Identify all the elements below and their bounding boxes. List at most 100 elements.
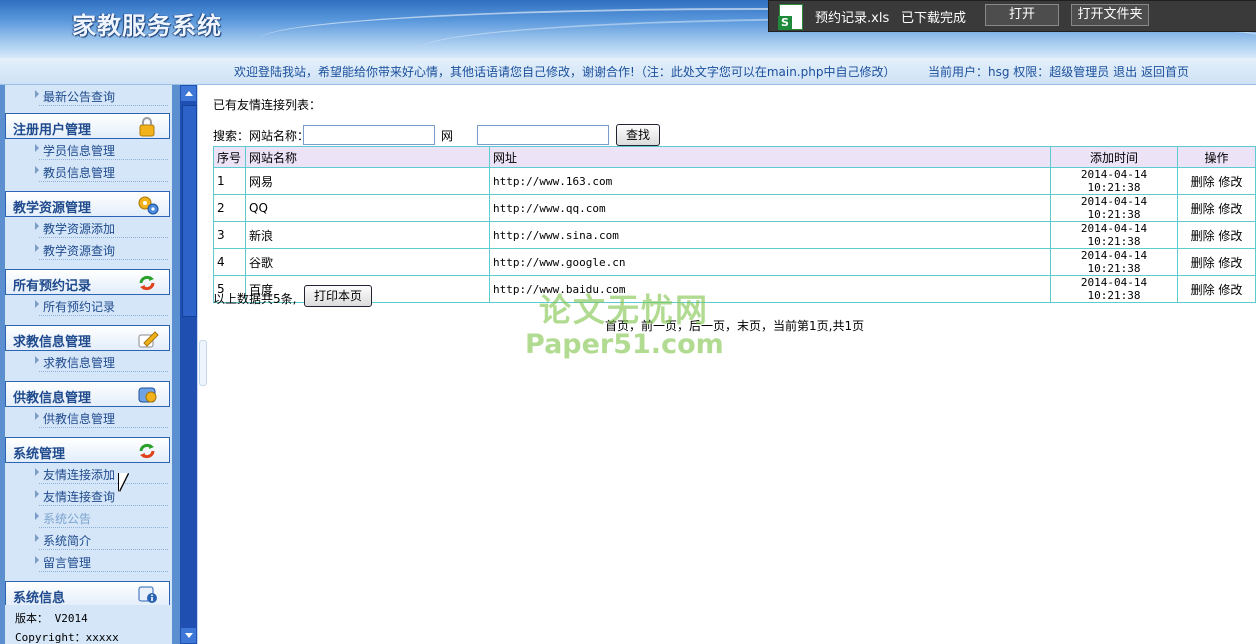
- site-title: 家教服务系统: [72, 11, 222, 40]
- delete-link[interactable]: 删除: [1191, 202, 1215, 216]
- sidebar-section-system-management[interactable]: 系统管理: [5, 437, 170, 463]
- delete-link[interactable]: 删除: [1191, 283, 1215, 297]
- sidebar-section-system-info[interactable]: 系统信息: [5, 581, 170, 607]
- cell-url: http://www.163.com: [489, 167, 1051, 195]
- cell-site-name: 新浪: [245, 221, 490, 249]
- sidebar-item-teacher-info[interactable]: 教员信息管理: [5, 161, 172, 183]
- welcome-bar: 欢迎登陆我站，希望能给你带来好心情，其他话语请您自己修改，谢谢合作!（注：此处文…: [0, 58, 1256, 85]
- cell-added-time: 2014-04-14 10:21:38: [1050, 194, 1178, 222]
- version-text: 版本： V2014: [15, 612, 88, 625]
- refresh-icon: [137, 441, 157, 459]
- cell-operations: 删除 修改: [1177, 221, 1256, 249]
- cell-added-time: 2014-04-14 10:21:38: [1050, 221, 1178, 249]
- arrow-icon: [35, 556, 39, 564]
- edit-link[interactable]: 修改: [1218, 202, 1242, 216]
- sidebar-section-offer-tutor[interactable]: 供教信息管理: [5, 381, 170, 407]
- cell-site-name: 网易: [245, 167, 490, 195]
- cell-no: 1: [213, 167, 246, 195]
- sidebar-item-link-add[interactable]: 友情连接添加: [5, 463, 172, 485]
- delete-link[interactable]: 删除: [1191, 175, 1215, 189]
- sidebar-item-system-intro[interactable]: 系统简介: [5, 529, 172, 551]
- site-name-input[interactable]: [303, 125, 435, 145]
- current-user-label: 当前用户：hsg 权限：超级管理员: [928, 65, 1110, 79]
- system-info-panel: 版本： V2014 Copyright：xxxxx: [5, 605, 172, 644]
- delete-link[interactable]: 删除: [1191, 256, 1215, 270]
- cell-url: http://www.sina.com: [489, 221, 1051, 249]
- splitter-grip[interactable]: [199, 340, 207, 386]
- sidebar: 最新公告查询 注册用户管理 学员信息管理 教员信息管理 教学资源管理 教学资源添…: [0, 85, 180, 644]
- cell-operations: 删除 修改: [1177, 167, 1256, 195]
- arrow-icon: [35, 412, 39, 420]
- arrow-icon: [35, 468, 39, 476]
- welcome-message: 欢迎登陆我站，希望能给你带来好心情，其他话语请您自己修改，谢谢合作!（注：此处文…: [234, 65, 896, 79]
- sidebar-item-student-info[interactable]: 学员信息管理: [5, 139, 172, 161]
- search-button[interactable]: 查找: [616, 124, 660, 146]
- sidebar-section-appointments[interactable]: 所有预约记录: [5, 269, 170, 295]
- cell-operations: 删除 修改: [1177, 275, 1256, 303]
- arrow-icon: [35, 244, 39, 252]
- sidebar-item-resource-query[interactable]: 教学资源查询: [5, 239, 172, 261]
- scroll-down-arrow-icon[interactable]: [181, 628, 196, 643]
- edit-link[interactable]: 修改: [1218, 283, 1242, 297]
- arrow-icon: [35, 356, 39, 364]
- info-icon: [137, 585, 157, 603]
- arrow-icon: [35, 534, 39, 542]
- download-file-name[interactable]: 预约记录.xls: [815, 7, 889, 26]
- header-url: 网址: [489, 146, 1051, 168]
- user-info: 当前用户：hsg 权限：超级管理员 退出 返回首页: [928, 63, 1189, 80]
- download-status: 已下载完成: [901, 11, 967, 26]
- cell-url: http://www.google.cn: [489, 248, 1051, 276]
- excel-file-icon: S: [778, 4, 803, 30]
- sidebar-scrollbar[interactable]: [180, 85, 197, 644]
- cell-no: 4: [213, 248, 246, 276]
- arrow-icon: [35, 144, 39, 152]
- table-row: 4 谷歌 http://www.google.cn 2014-04-14 10:…: [213, 248, 1256, 276]
- cell-no: 2: [213, 194, 246, 222]
- open-file-button[interactable]: 打开: [985, 4, 1059, 26]
- copyright-text: Copyright：xxxxx: [15, 631, 119, 644]
- home-link[interactable]: 返回首页: [1141, 65, 1189, 79]
- lock-icon: [137, 117, 157, 137]
- gears-icon: [137, 195, 159, 215]
- header-added-time: 添加时间: [1050, 146, 1178, 168]
- list-title: 已有友情连接列表：: [213, 98, 322, 112]
- cell-operations: 删除 修改: [1177, 248, 1256, 276]
- pagination[interactable]: 首页，前一页，后一页，末页，当前第1页,共1页: [605, 317, 864, 334]
- edit-link[interactable]: 修改: [1218, 229, 1242, 243]
- cell-added-time: 2014-04-14 10:21:38: [1050, 275, 1178, 303]
- edit-link[interactable]: 修改: [1218, 175, 1242, 189]
- sidebar-section-user-management[interactable]: 注册用户管理: [5, 113, 170, 139]
- scrollbar-thumb[interactable]: [182, 105, 197, 317]
- arrow-icon: [35, 300, 39, 308]
- cell-operations: 删除 修改: [1177, 194, 1256, 222]
- sidebar-item-system-notice[interactable]: 系统公告: [5, 507, 172, 529]
- table-header-row: 序号 网站名称 网址 添加时间 操作: [213, 146, 1256, 168]
- sidebar-item-all-appointments[interactable]: 所有预约记录: [5, 295, 172, 317]
- sidebar-item-offer-tutor-manage[interactable]: 供教信息管理: [5, 407, 172, 429]
- sidebar-item-resource-add[interactable]: 教学资源添加: [5, 217, 172, 239]
- sidebar-section-teaching-resources[interactable]: 教学资源管理: [5, 191, 170, 217]
- arrow-icon: [35, 90, 39, 98]
- scroll-up-arrow-icon[interactable]: [181, 86, 196, 101]
- record-summary: 以上数据共5条,: [213, 292, 297, 306]
- cell-added-time: 2014-04-14 10:21:38: [1050, 248, 1178, 276]
- sidebar-item-message-manage[interactable]: 留言管理: [5, 551, 172, 573]
- sidebar-item-seek-tutor-manage[interactable]: 求教信息管理: [5, 351, 172, 373]
- tools-icon: [137, 385, 157, 403]
- edit-link[interactable]: 修改: [1218, 256, 1242, 270]
- print-page-button[interactable]: 打印本页: [304, 285, 372, 307]
- header-operations: 操作: [1177, 146, 1256, 168]
- url-input[interactable]: [477, 125, 609, 145]
- sidebar-item-latest-notice[interactable]: 最新公告查询: [5, 85, 172, 107]
- cell-site-name: QQ: [245, 194, 490, 222]
- sidebar-section-seek-tutor[interactable]: 求教信息管理: [5, 325, 170, 351]
- cell-url: http://www.baidu.com: [489, 275, 1051, 303]
- logout-link[interactable]: 退出: [1113, 65, 1137, 79]
- cell-site-name: 谷歌: [245, 248, 490, 276]
- sidebar-item-link-query[interactable]: 友情连接查询: [5, 485, 172, 507]
- cell-added-time: 2014-04-14 10:21:38: [1050, 167, 1178, 195]
- mouse-cursor-icon: [119, 473, 128, 491]
- open-folder-button[interactable]: 打开文件夹: [1071, 4, 1149, 26]
- table-row: 2 QQ http://www.qq.com 2014-04-14 10:21:…: [213, 194, 1256, 222]
- delete-link[interactable]: 删除: [1191, 229, 1215, 243]
